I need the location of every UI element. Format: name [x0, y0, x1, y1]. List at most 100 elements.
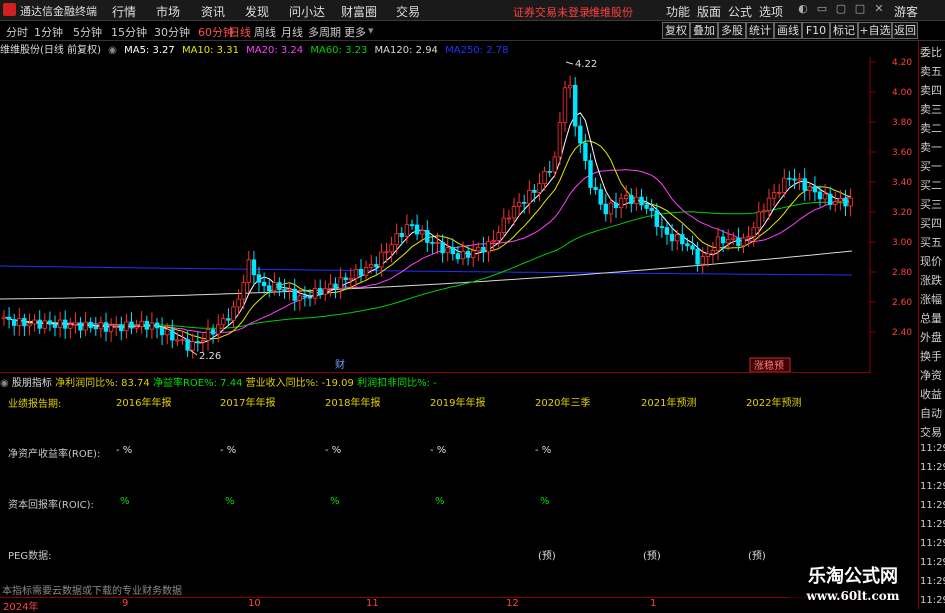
date-tick: 9: [122, 598, 129, 609]
roe-cell: - %: [535, 445, 552, 456]
stock-link[interactable]: 维维股份: [589, 4, 633, 20]
biaoji-button[interactable]: 标记: [830, 22, 858, 39]
peg-cell: (预): [748, 551, 766, 562]
indicator-settings-icon[interactable]: ◉: [0, 378, 9, 389]
period-weekly[interactable]: 周线: [254, 24, 276, 40]
stock-name[interactable]: 维维股份(日线 前复权): [0, 45, 101, 56]
col-2019: 2019年年报: [430, 398, 486, 409]
roe-cell: - %: [220, 445, 237, 456]
app-logo-icon: [3, 3, 16, 16]
minimize-icon[interactable]: ▭: [815, 2, 829, 16]
period-30min[interactable]: 30分钟: [154, 24, 190, 40]
side-panel-item: 外盘: [920, 331, 942, 344]
menu-item-gongshi[interactable]: 公式: [728, 3, 752, 20]
side-panel-item: 买二: [920, 179, 942, 192]
side-panel-item: 买一: [920, 160, 942, 173]
title-bar: 通达信金融终端 行情 市场 资讯 发现 问小达 财富圈 交易 证券交易未登录 维…: [0, 0, 945, 21]
side-panel-item: 11:29: [920, 481, 945, 492]
skin-icon[interactable]: ◐: [796, 2, 810, 16]
roe-cell: - %: [430, 445, 447, 456]
restore-icon[interactable]: ▢: [834, 2, 848, 16]
ma120-line: [0, 250, 853, 300]
price-tick: 4.20: [892, 58, 912, 68]
menu-item-banmian[interactable]: 版面: [697, 3, 721, 20]
menu-item-zixun[interactable]: 资讯: [201, 3, 225, 20]
period-15min[interactable]: 15分钟: [111, 24, 147, 40]
finance-marker[interactable]: 财: [335, 358, 345, 371]
maximize-icon[interactable]: □: [853, 2, 867, 16]
side-panel-item: 卖二: [920, 122, 942, 135]
menu-item-gongneng[interactable]: 功能: [666, 3, 690, 20]
close-icon[interactable]: ✕: [872, 2, 886, 16]
roic-cell: %: [540, 496, 550, 507]
watermark-title: 乐淘公式网: [808, 565, 898, 587]
side-panel-item: 11:29: [920, 500, 945, 511]
period-1min[interactable]: 1分钟: [34, 24, 63, 40]
menu-item-faxian[interactable]: 发现: [245, 3, 269, 20]
side-panel-item: 买五: [920, 236, 942, 249]
settings-icon[interactable]: ◉: [108, 45, 117, 56]
ma10-value: MA10: 3.31: [181, 45, 239, 56]
roe-label: 净资产收益率(ROE):: [8, 449, 101, 460]
side-panel-item: 换手: [920, 350, 942, 363]
period-more[interactable]: 更多: [344, 24, 366, 40]
duogu-button[interactable]: 多股: [718, 22, 746, 39]
side-panel-item: 卖四: [920, 84, 942, 97]
indicator-header: ◉ 股朋指标 净利润同比%: 83.74 净益率ROE%: 7.44 营业收入同…: [0, 374, 915, 389]
indicator-name[interactable]: 股朋指标: [12, 378, 52, 389]
period-toolbar: 分时 1分钟 5分钟 15分钟 30分钟 60分钟 日线 周线 月线 多周期 更…: [0, 21, 945, 41]
candlestick-chart[interactable]: 4.20 4.00 3.80 3.60 3.40 3.20 3.00 2.80 2.60 2.40…: [0, 57, 918, 374]
price-tick: 3.80: [892, 118, 912, 128]
back-button[interactable]: 返回: [892, 22, 918, 39]
side-panel-item: 净资: [920, 369, 942, 382]
side-panel-item: 11:29: [920, 462, 945, 473]
chevron-down-icon[interactable]: ▾: [368, 24, 374, 37]
period-fenshi[interactable]: 分时: [6, 24, 28, 40]
period-daily[interactable]: 日线: [229, 24, 251, 40]
event-marker[interactable]: 涨稳预: [754, 359, 784, 372]
ma120-value: MA120: 2.94: [374, 45, 438, 56]
roic-cell: %: [225, 496, 235, 507]
side-panel-item[interactable]: 交易: [920, 424, 942, 440]
price-tick: 4.00: [892, 88, 912, 98]
price-tick: 2.60: [892, 298, 912, 308]
tongji-button[interactable]: 统计: [746, 22, 774, 39]
f10-button[interactable]: F10: [802, 22, 830, 39]
period-row-label: 业绩报告期:: [8, 399, 62, 410]
guest-label[interactable]: 游客: [894, 3, 918, 20]
side-panel-item: 收益: [920, 388, 942, 401]
side-panel-item: 卖一: [920, 141, 942, 154]
huaxian-button[interactable]: 画线: [774, 22, 802, 39]
side-panel-item: 总量: [920, 312, 942, 325]
candles: [1, 75, 853, 359]
side-panel-item[interactable]: 自动: [920, 405, 942, 421]
add-favorite-button[interactable]: +自选: [858, 22, 892, 39]
peg-cell: (预): [643, 551, 661, 562]
col-2020: 2020年三季: [535, 398, 591, 409]
menu-item-jiaoyi[interactable]: 交易: [396, 3, 420, 20]
fuquan-button[interactable]: 复权: [662, 22, 690, 39]
price-tick: 3.20: [892, 208, 912, 218]
period-monthly[interactable]: 月线: [281, 24, 303, 40]
indicator-v3: 营业收入同比%: -19.09: [245, 378, 354, 389]
menu-item-xuanxiang[interactable]: 选项: [759, 3, 783, 20]
price-tick: 3.40: [892, 178, 912, 188]
menu-item-wenxiaoda[interactable]: 问小达: [289, 3, 325, 20]
menu-item-caifuquan[interactable]: 财富圈: [341, 3, 377, 20]
price-tick: 2.80: [892, 268, 912, 278]
watermark-logo: 乐淘公式网 www.60lt.com: [788, 560, 918, 606]
side-panel-item: 涨幅: [920, 293, 942, 306]
ma250-value: MA250: 2.78: [445, 45, 509, 56]
price-tick: 2.40: [892, 328, 912, 338]
login-warning[interactable]: 证券交易未登录: [513, 4, 590, 20]
side-panel-item: 11:29: [920, 519, 945, 530]
panel-divider: [0, 372, 870, 373]
peg-label: PEG数据:: [8, 551, 52, 562]
roic-label: 资本回报率(ROIC):: [8, 500, 94, 511]
date-tick: 11: [366, 598, 379, 609]
diejia-button[interactable]: 叠加: [690, 22, 718, 39]
menu-item-hangqing[interactable]: 行情: [112, 3, 136, 20]
menu-item-shichang[interactable]: 市场: [156, 3, 180, 20]
period-5min[interactable]: 5分钟: [73, 24, 102, 40]
period-multi[interactable]: 多周期: [308, 24, 341, 40]
